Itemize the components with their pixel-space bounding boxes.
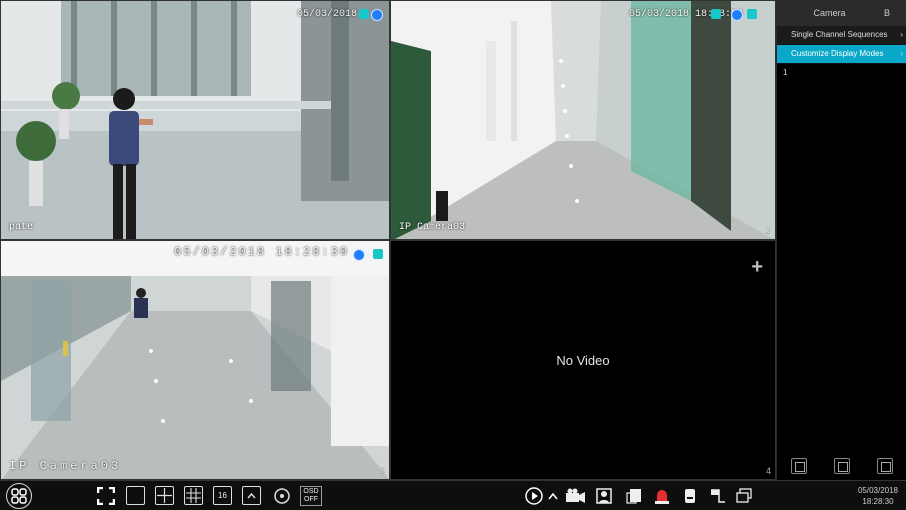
clock-time: 18:28:30 [862, 497, 894, 506]
sequence-panel: Camera B Single Channel Sequences › Cust… [776, 0, 906, 480]
chevron-up-icon [548, 492, 558, 500]
list-item[interactable]: 1 [777, 64, 906, 81]
layout-1-icon [128, 488, 143, 503]
sequence-button[interactable] [272, 486, 292, 506]
layout-9-icon [186, 488, 201, 503]
delete-icon[interactable] [876, 458, 893, 474]
channel-2-number: 2 [765, 226, 771, 236]
channel-2-name: IP Camera03 [399, 222, 466, 233]
single-channel-sequences-label: Single Channel Sequences [791, 30, 888, 39]
snapshot-button[interactable] [594, 486, 614, 506]
switch-screen-button[interactable] [242, 486, 261, 505]
customize-display-modes-row[interactable]: Customize Display Modes › [777, 45, 906, 64]
video-grid: 05/03/2018 pate 05/03/2018 18:28:30 IP C… [0, 0, 776, 480]
no-video-label: No Video [556, 353, 610, 368]
clock-date: 05/03/2018 [857, 486, 898, 495]
layout-4-button[interactable] [155, 486, 174, 505]
motion-status-icon [353, 249, 365, 261]
document-list-icon [626, 489, 641, 504]
panel-tabs: Camera B [777, 0, 906, 26]
osd-state-label: OFF [304, 496, 318, 503]
tab-b[interactable]: B [882, 0, 906, 26]
save-icon[interactable] [790, 458, 807, 474]
channel-3-timestamp: 05/03/2018 18:28:30 [174, 245, 349, 259]
bottom-toolbar: 16 OSD OFF 05/03/2018 18:28:30 [0, 480, 906, 510]
layout-16-label: 16 [218, 491, 227, 500]
channel-3-image [1, 241, 389, 479]
layout-16-button[interactable]: 16 [213, 486, 232, 505]
instant-playback-button[interactable] [624, 486, 644, 506]
record-status-icon [747, 9, 757, 19]
channel-2-view[interactable]: 05/03/2018 18:28:30 IP Camera03 2 [390, 0, 776, 240]
osd-label: OSD [303, 488, 319, 495]
single-channel-sequences-row[interactable]: Single Channel Sequences › [777, 26, 906, 45]
motion-status-icon [731, 9, 743, 21]
fullscreen-icon [97, 487, 115, 505]
multi-display-button[interactable] [734, 486, 754, 506]
record-status-icon [373, 249, 383, 259]
customize-display-modes-label: Customize Display Modes [791, 49, 884, 58]
chevron-right-icon: › [900, 49, 903, 58]
switch-screen-icon [247, 492, 256, 499]
layout-9-button[interactable] [184, 486, 203, 505]
expand-toolbar-button[interactable] [546, 486, 560, 506]
tab-camera[interactable]: Camera [777, 0, 882, 26]
alarm-button[interactable] [652, 486, 672, 506]
record-status-icon [359, 9, 369, 19]
channel-2-timestamp: 05/03/2018 18:28:30 [628, 9, 743, 20]
channel-3-number: 3 [379, 466, 385, 476]
manual-alarm-button[interactable] [680, 486, 700, 506]
ptz-button[interactable] [707, 486, 727, 506]
channel-1-name: pate [9, 222, 34, 233]
add-camera-icon[interactable]: + [751, 257, 763, 277]
refresh-icon [274, 488, 290, 504]
panel-tools [777, 458, 906, 474]
layout-4-icon [157, 488, 172, 503]
motion-status-icon [371, 9, 383, 21]
fullscreen-button[interactable] [96, 486, 116, 506]
multi-display-icon [736, 488, 752, 503]
alarm-icon [655, 490, 669, 504]
play-icon [525, 487, 543, 505]
playback-button[interactable] [524, 486, 544, 506]
ptz-icon [711, 489, 725, 503]
edit-icon[interactable] [833, 458, 850, 474]
camera-record-icon [566, 488, 585, 503]
channel-1-timestamp: 05/03/2018 [296, 9, 357, 20]
channel-4-number: 4 [765, 466, 771, 476]
chevron-right-icon: › [900, 30, 903, 39]
channel-1-view[interactable]: 05/03/2018 pate [0, 0, 390, 240]
record-status-icon [711, 9, 721, 19]
start-menu-button[interactable] [6, 483, 32, 509]
grid-menu-icon [11, 488, 27, 504]
layout-1-button[interactable] [126, 486, 145, 505]
storage-icon [685, 489, 695, 503]
osd-toggle-button[interactable]: OSD OFF [300, 486, 322, 506]
manual-record-button[interactable] [564, 486, 586, 506]
person-snapshot-icon [596, 488, 612, 504]
channel-1-image [1, 1, 389, 239]
system-clock: 05/03/2018 18:28:30 [858, 485, 898, 507]
channel-3-view[interactable]: 05/03/2018 18:28:30 IP Camera03 3 [0, 240, 390, 480]
channel-2-image [391, 1, 775, 239]
channel-4-view[interactable]: + No Video 4 [390, 240, 776, 480]
channel-3-name: IP Camera03 [9, 459, 122, 473]
